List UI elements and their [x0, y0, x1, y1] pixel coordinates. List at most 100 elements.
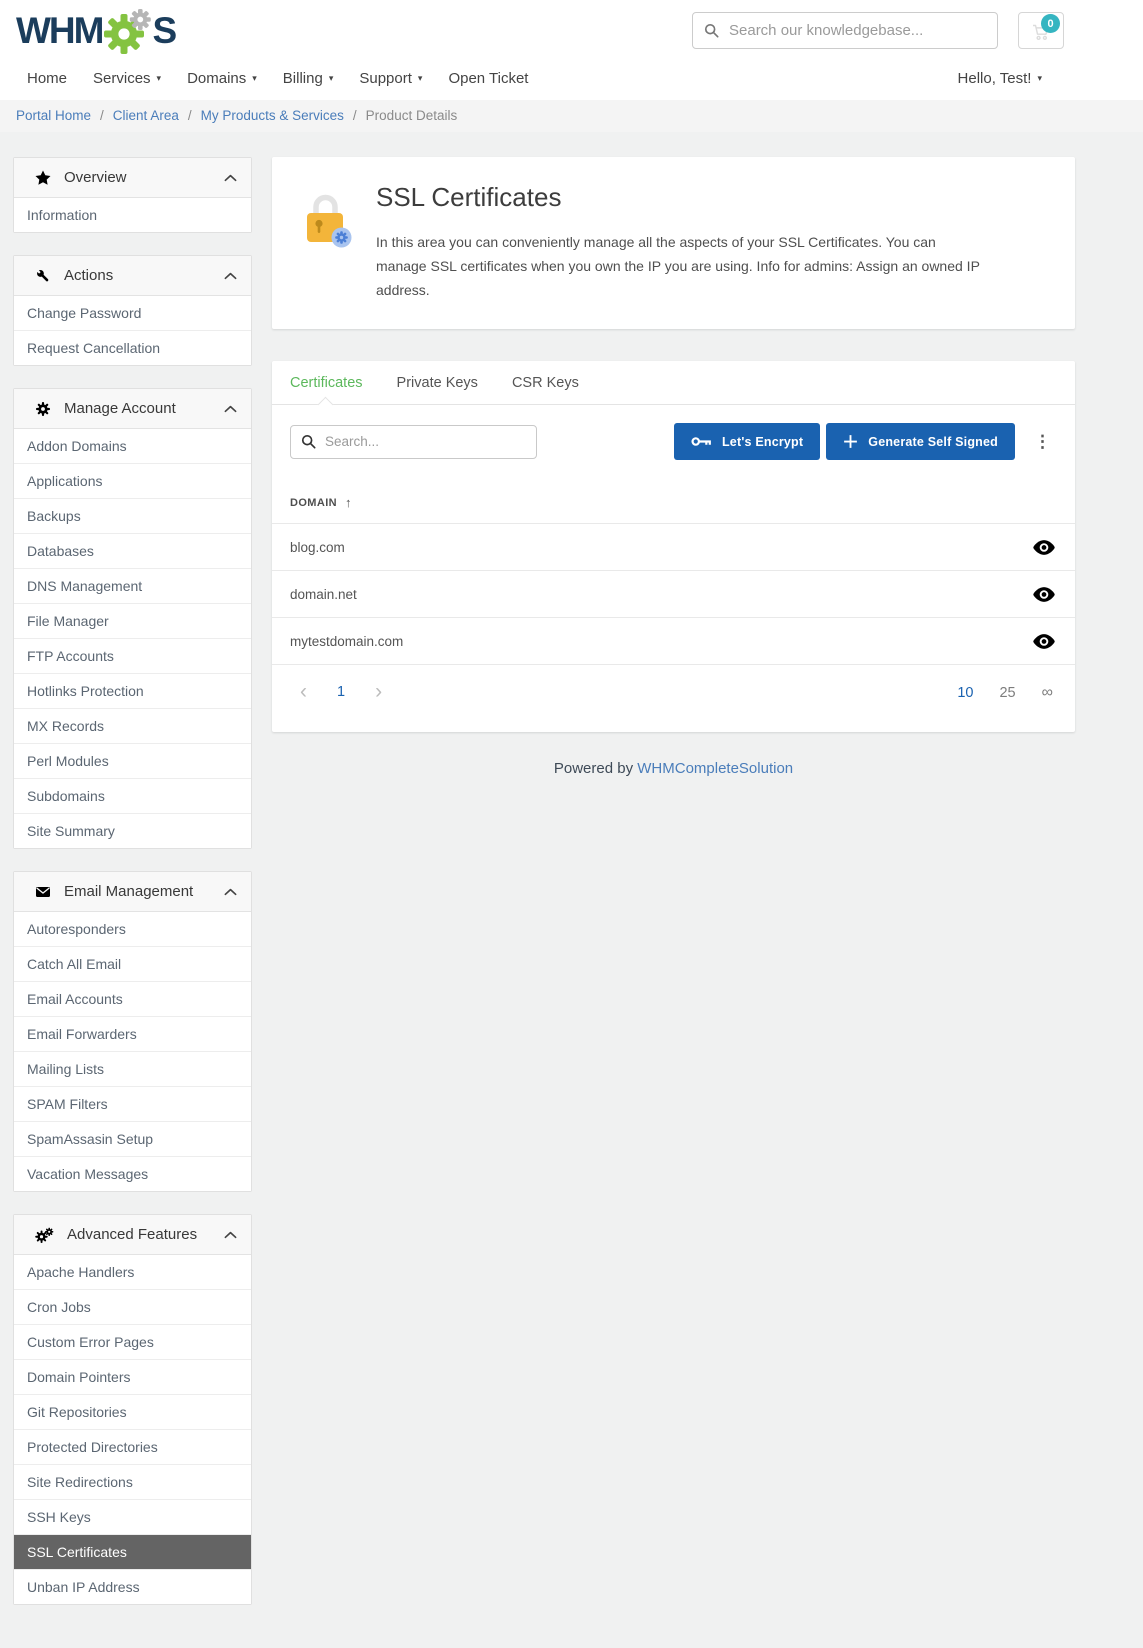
view-certificate-button[interactable] — [1025, 587, 1063, 602]
sidebar-item-ssh-keys[interactable]: SSH Keys — [14, 1499, 251, 1534]
whmcs-logo[interactable]: WHM S — [16, 8, 175, 54]
sidebar-item-applications[interactable]: Applications — [14, 463, 251, 498]
sidebar-item-apache-handlers[interactable]: Apache Handlers — [14, 1255, 251, 1289]
page-number[interactable]: 1 — [337, 684, 345, 700]
nav-domains[interactable]: Domains▾ — [174, 61, 270, 96]
sort-asc-icon[interactable]: ↑ — [345, 495, 352, 510]
column-domain[interactable]: DOMAIN — [290, 497, 337, 509]
sidebar-item-perl-modules[interactable]: Perl Modules — [14, 743, 251, 778]
caret-down-icon: ▾ — [329, 74, 334, 83]
account-menu[interactable]: Hello, Test!▾ — [945, 61, 1055, 96]
page-size-25[interactable]: 25 — [999, 685, 1015, 701]
sidebar-item-autoresponders[interactable]: Autoresponders — [14, 912, 251, 946]
sidebar-item-databases[interactable]: Databases — [14, 533, 251, 568]
eye-icon — [1033, 540, 1055, 555]
tab-certificates[interactable]: Certificates — [273, 361, 380, 404]
nav-support[interactable]: Support▾ — [346, 61, 435, 96]
sidebar-item-hotlinks-protection[interactable]: Hotlinks Protection — [14, 673, 251, 708]
panel-header-overview[interactable]: Overview — [14, 158, 251, 198]
nav-billing[interactable]: Billing▾ — [270, 61, 347, 96]
sidebar-panel-advanced-features: Advanced Features Apache Handlers Cron J… — [13, 1214, 252, 1605]
sidebar-item-mailing-lists[interactable]: Mailing Lists — [14, 1051, 251, 1086]
sidebar-item-spamassasin-setup[interactable]: SpamAssasin Setup — [14, 1121, 251, 1156]
breadcrumb: Portal Home / Client Area / My Products … — [0, 100, 1143, 132]
more-options-button[interactable]: ⋮ — [1021, 433, 1057, 450]
sidebar: Overview Information Actions Change Pass… — [13, 157, 252, 1627]
sidebar-item-protected-directories[interactable]: Protected Directories — [14, 1429, 251, 1464]
sidebar-item-file-manager[interactable]: File Manager — [14, 603, 251, 638]
tab-private-keys[interactable]: Private Keys — [380, 361, 495, 404]
breadcrumb-client-area[interactable]: Client Area — [113, 108, 179, 123]
domain-cell: blog.com — [290, 540, 345, 555]
chevron-up-icon[interactable] — [224, 1231, 237, 1239]
page-size-all[interactable]: ∞ — [1042, 684, 1053, 702]
table-search-input[interactable] — [325, 434, 526, 449]
sidebar-item-backups[interactable]: Backups — [14, 498, 251, 533]
chevron-up-icon[interactable] — [224, 405, 237, 413]
page-size-10[interactable]: 10 — [957, 685, 973, 701]
sidebar-item-information[interactable]: Information — [14, 198, 251, 232]
panel-header-advanced-features[interactable]: Advanced Features — [14, 1215, 251, 1255]
table-toolbar: Let's Encrypt Generate Self Signed ⋮ — [272, 405, 1075, 477]
pagination: ‹ 1 › 10 25 ∞ — [272, 664, 1075, 732]
sidebar-item-email-forwarders[interactable]: Email Forwarders — [14, 1016, 251, 1051]
view-certificate-button[interactable] — [1025, 634, 1063, 649]
main-content: SSL Certificates In this area you can co… — [272, 157, 1075, 777]
table-row: domain.net — [272, 570, 1075, 617]
generate-self-signed-button[interactable]: Generate Self Signed — [826, 423, 1015, 460]
sidebar-item-mx-records[interactable]: MX Records — [14, 708, 251, 743]
view-certificate-button[interactable] — [1025, 540, 1063, 555]
sidebar-item-email-accounts[interactable]: Email Accounts — [14, 981, 251, 1016]
sidebar-item-catch-all-email[interactable]: Catch All Email — [14, 946, 251, 981]
caret-down-icon: ▾ — [418, 74, 423, 83]
search-icon — [704, 23, 719, 38]
sidebar-item-domain-pointers[interactable]: Domain Pointers — [14, 1359, 251, 1394]
chevron-up-icon[interactable] — [224, 272, 237, 280]
sidebar-panel-actions: Actions Change Password Request Cancella… — [13, 255, 252, 366]
wrench-icon — [35, 268, 51, 284]
breadcrumb-portal-home[interactable]: Portal Home — [16, 108, 91, 123]
sidebar-item-custom-error-pages[interactable]: Custom Error Pages — [14, 1324, 251, 1359]
chevron-up-icon[interactable] — [224, 174, 237, 182]
sidebar-item-request-cancellation[interactable]: Request Cancellation — [14, 330, 251, 365]
sidebar-item-unban-ip-address[interactable]: Unban IP Address — [14, 1569, 251, 1604]
ssl-lock-icon — [300, 190, 352, 302]
panel-header-actions[interactable]: Actions — [14, 256, 251, 296]
table-search — [290, 425, 537, 459]
breadcrumb-separator: / — [353, 108, 357, 123]
prev-page-button[interactable]: ‹ — [300, 685, 307, 699]
sidebar-item-cron-jobs[interactable]: Cron Jobs — [14, 1289, 251, 1324]
nav-open-ticket[interactable]: Open Ticket — [435, 61, 541, 96]
sidebar-item-site-summary[interactable]: Site Summary — [14, 813, 251, 848]
sidebar-item-git-repositories[interactable]: Git Repositories — [14, 1394, 251, 1429]
plus-icon — [843, 434, 858, 449]
powered-by-text: Powered by — [554, 760, 633, 777]
sidebar-item-vacation-messages[interactable]: Vacation Messages — [14, 1156, 251, 1191]
sidebar-item-subdomains[interactable]: Subdomains — [14, 778, 251, 813]
panel-header-manage-account[interactable]: Manage Account — [14, 389, 251, 429]
chevron-up-icon[interactable] — [224, 888, 237, 896]
sidebar-item-dns-management[interactable]: DNS Management — [14, 568, 251, 603]
knowledgebase-search-input[interactable] — [729, 22, 986, 39]
eye-icon — [1033, 634, 1055, 649]
panel-title: Overview — [64, 169, 127, 186]
sidebar-item-change-password[interactable]: Change Password — [14, 296, 251, 330]
page-description: In this area you can conveniently manage… — [376, 230, 988, 302]
cart-button[interactable]: 0 — [1018, 12, 1064, 49]
tab-csr-keys[interactable]: CSR Keys — [495, 361, 596, 404]
next-page-button[interactable]: › — [375, 685, 382, 699]
lets-encrypt-button[interactable]: Let's Encrypt — [674, 423, 820, 460]
whmcompletesolution-link[interactable]: WHMCompleteSolution — [637, 760, 793, 777]
nav-home[interactable]: Home — [14, 61, 80, 96]
sidebar-item-site-redirections[interactable]: Site Redirections — [14, 1464, 251, 1499]
sidebar-item-addon-domains[interactable]: Addon Domains — [14, 429, 251, 463]
table-row: mytestdomain.com — [272, 617, 1075, 664]
breadcrumb-my-products[interactable]: My Products & Services — [201, 108, 344, 123]
sidebar-item-ftp-accounts[interactable]: FTP Accounts — [14, 638, 251, 673]
nav-services[interactable]: Services▾ — [80, 61, 174, 96]
panel-header-email-management[interactable]: Email Management — [14, 872, 251, 912]
domain-cell: domain.net — [290, 587, 357, 602]
knowledgebase-search — [692, 12, 998, 49]
sidebar-item-ssl-certificates[interactable]: SSL Certificates — [14, 1534, 251, 1569]
sidebar-item-spam-filters[interactable]: SPAM Filters — [14, 1086, 251, 1121]
